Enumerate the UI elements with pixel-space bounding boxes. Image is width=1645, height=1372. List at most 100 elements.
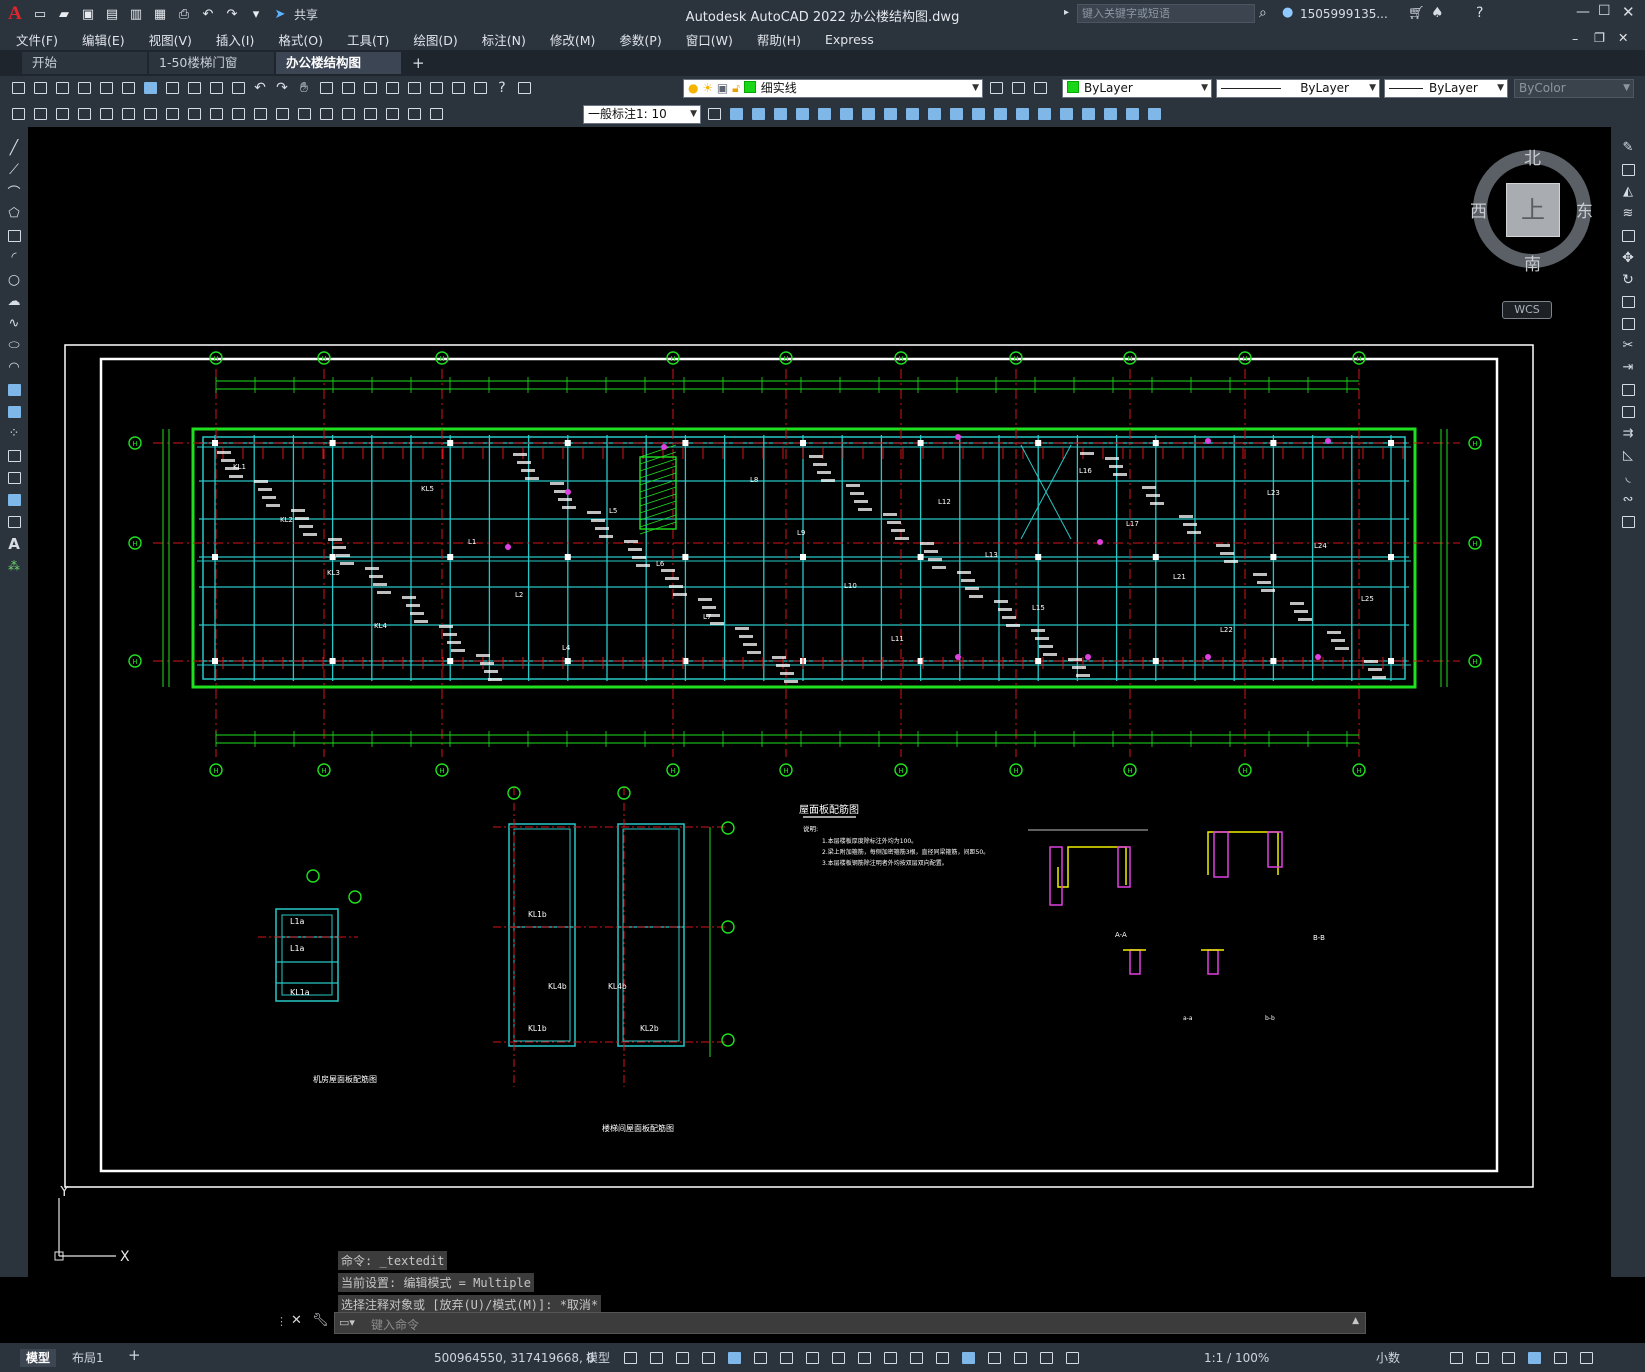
dimstyle-dropdown[interactable]: 一般标注1: 10 ▼ (583, 105, 701, 124)
trim-icon[interactable]: ✂ (1619, 337, 1637, 354)
chamfer-icon[interactable]: ◺ (1619, 447, 1637, 464)
viewcube-top-face[interactable]: 上 (1506, 183, 1560, 237)
viewcube-west[interactable]: 西 (1470, 197, 1487, 222)
menu-modify[interactable]: 修改(M) (550, 30, 596, 49)
break-at-point-icon[interactable] (1619, 381, 1637, 398)
polyline-icon[interactable]: ⌒ (5, 183, 23, 201)
redo-icon[interactable]: ↷ (272, 79, 292, 97)
chevron-down-icon[interactable]: ▼ (972, 80, 979, 97)
3d-osnap-icon[interactable] (932, 1349, 952, 1367)
drawing-canvas[interactable]: H H H H H H H H H H H H H H H H H H H H H H H H H H KL1 KL2 KL3 KL4 KL… (28, 127, 1611, 1277)
command-grip-icon[interactable]: ⋮ (276, 1315, 287, 1328)
construction-line-icon[interactable]: ⟋ (5, 161, 23, 178)
scale-icon[interactable] (1619, 293, 1637, 310)
share-label[interactable]: 共享 (294, 6, 318, 23)
fillet-icon[interactable]: ◟ (1619, 469, 1637, 486)
model-space-toggle[interactable]: 模型 (580, 1349, 616, 1367)
layer-previous-icon[interactable] (1008, 79, 1028, 97)
region-icon[interactable] (924, 105, 944, 123)
matchprop-icon[interactable] (228, 79, 248, 97)
zoom-window-icon[interactable] (338, 79, 358, 97)
layer-vp-freeze-icon[interactable]: ▣ (717, 81, 728, 95)
selection-cycling-icon[interactable] (906, 1349, 926, 1367)
clean-screen-icon[interactable] (1550, 1349, 1570, 1367)
autocad-logo-icon[interactable]: A (4, 3, 26, 24)
redo-icon[interactable]: ↷ (222, 4, 242, 24)
layer-freeze-icon[interactable]: ☀ (702, 81, 713, 95)
dynamic-input-icon[interactable] (698, 1349, 718, 1367)
search-expand-icon[interactable]: ▸ (1064, 7, 1069, 18)
preview-icon[interactable] (96, 79, 116, 97)
explode-icon[interactable] (1619, 513, 1637, 530)
menu-format[interactable]: 格式(O) (278, 30, 323, 49)
draworder-front-icon[interactable] (990, 105, 1010, 123)
command-customize-icon[interactable]: 🔧︎ (312, 1313, 329, 1328)
draworder-above-icon[interactable] (1034, 105, 1054, 123)
maximize-icon[interactable]: ☐ (1598, 3, 1611, 19)
menu-file[interactable]: 文件(F) (16, 30, 58, 49)
toolpalettes-icon[interactable] (426, 79, 446, 97)
undo-icon[interactable]: ↶ (250, 79, 270, 97)
qnew-icon[interactable] (8, 79, 28, 97)
tab-start[interactable]: 开始 (22, 52, 147, 74)
command-input[interactable]: ▭▾ 键入命令 ▲ (334, 1312, 1366, 1334)
hardware-acceleration-icon[interactable] (1524, 1349, 1544, 1367)
minimize-icon[interactable]: — (1576, 4, 1590, 20)
ungroup-icon[interactable] (880, 105, 900, 123)
clip-icon[interactable] (814, 105, 834, 123)
menu-dimension[interactable]: 标注(N) (482, 30, 526, 49)
osnap-track-icon[interactable] (802, 1349, 822, 1367)
command-recent-icon[interactable]: ▭▾ (339, 1316, 355, 1329)
group-icon[interactable] (858, 105, 878, 123)
color-dropdown[interactable]: ByLayer ▼ (1062, 79, 1212, 98)
copy-icon[interactable] (184, 79, 204, 97)
doc-close-icon[interactable]: ✕ (1618, 30, 1628, 45)
layer-on-icon[interactable]: ● (688, 81, 698, 95)
properties-icon[interactable] (382, 79, 402, 97)
viewcube-south[interactable]: 南 (1524, 250, 1541, 275)
web-save-icon[interactable]: ▦ (150, 4, 170, 24)
coordinates-readout[interactable]: 500964550, 317419668, 0 (428, 1349, 600, 1367)
dim-angular-icon[interactable] (162, 105, 182, 123)
make-current-layer-icon[interactable] (986, 79, 1006, 97)
pan-icon[interactable]: ✋︎ (294, 79, 314, 97)
snap-icon[interactable] (646, 1349, 666, 1367)
tab-stair-doors[interactable]: 1-50楼梯门窗_t3✕ (149, 52, 274, 92)
center-mark-icon[interactable] (316, 105, 336, 123)
cart-icon[interactable]: 🛒︎ (1408, 6, 1425, 21)
share-icon[interactable]: ➤ (270, 4, 290, 24)
annotation-scale[interactable]: 1:1 / 100% (1198, 1349, 1275, 1367)
explode-icon[interactable] (836, 105, 856, 123)
inspection-icon[interactable] (338, 105, 358, 123)
text-front-icon[interactable] (1078, 105, 1098, 123)
polygon-icon[interactable]: ⬠ (5, 205, 23, 222)
layer-dropdown[interactable]: ● ☀ ▣ 🔓︎ 细实线 ▼ (683, 79, 983, 98)
model-tab[interactable]: 模型 (20, 1349, 57, 1367)
isodraft-icon[interactable] (776, 1349, 796, 1367)
calculator-icon[interactable] (470, 79, 490, 97)
layout1-tab[interactable]: 布局1 (66, 1349, 110, 1367)
lock-ui-icon[interactable] (1472, 1349, 1492, 1367)
add-layout-icon[interactable]: + (122, 1346, 147, 1364)
table-icon[interactable] (5, 513, 23, 530)
user-icon[interactable]: ● (1282, 5, 1293, 20)
tab-office-structure[interactable]: 办公楼结构图*✕ (276, 52, 401, 92)
user-name[interactable]: 1505999135... (1300, 7, 1388, 21)
polar-icon[interactable] (750, 1349, 770, 1367)
dim-text-edit-icon[interactable] (404, 105, 424, 123)
wipeout-icon[interactable] (946, 105, 966, 123)
quick-properties-icon[interactable] (1446, 1349, 1466, 1367)
units-setting[interactable]: 小数 (1370, 1349, 1406, 1367)
isolate-objects-icon[interactable] (1498, 1349, 1518, 1367)
line-icon[interactable]: ╱ (5, 139, 23, 156)
rotate-icon[interactable]: ↻ (1619, 271, 1637, 288)
wcs-menu[interactable]: WCS (1502, 301, 1552, 319)
insert-block-icon[interactable] (5, 381, 23, 398)
dim-diameter-icon[interactable] (140, 105, 160, 123)
erase-icon[interactable]: ✎ (1619, 139, 1637, 156)
search-input[interactable]: 键入关键字或短语 (1077, 4, 1255, 23)
osnap-icon[interactable] (828, 1349, 848, 1367)
lineweight-dropdown[interactable]: ByLayer ▼ (1384, 79, 1508, 98)
attribute-icon[interactable] (770, 105, 790, 123)
viewcube-north[interactable]: 北 (1524, 144, 1541, 169)
